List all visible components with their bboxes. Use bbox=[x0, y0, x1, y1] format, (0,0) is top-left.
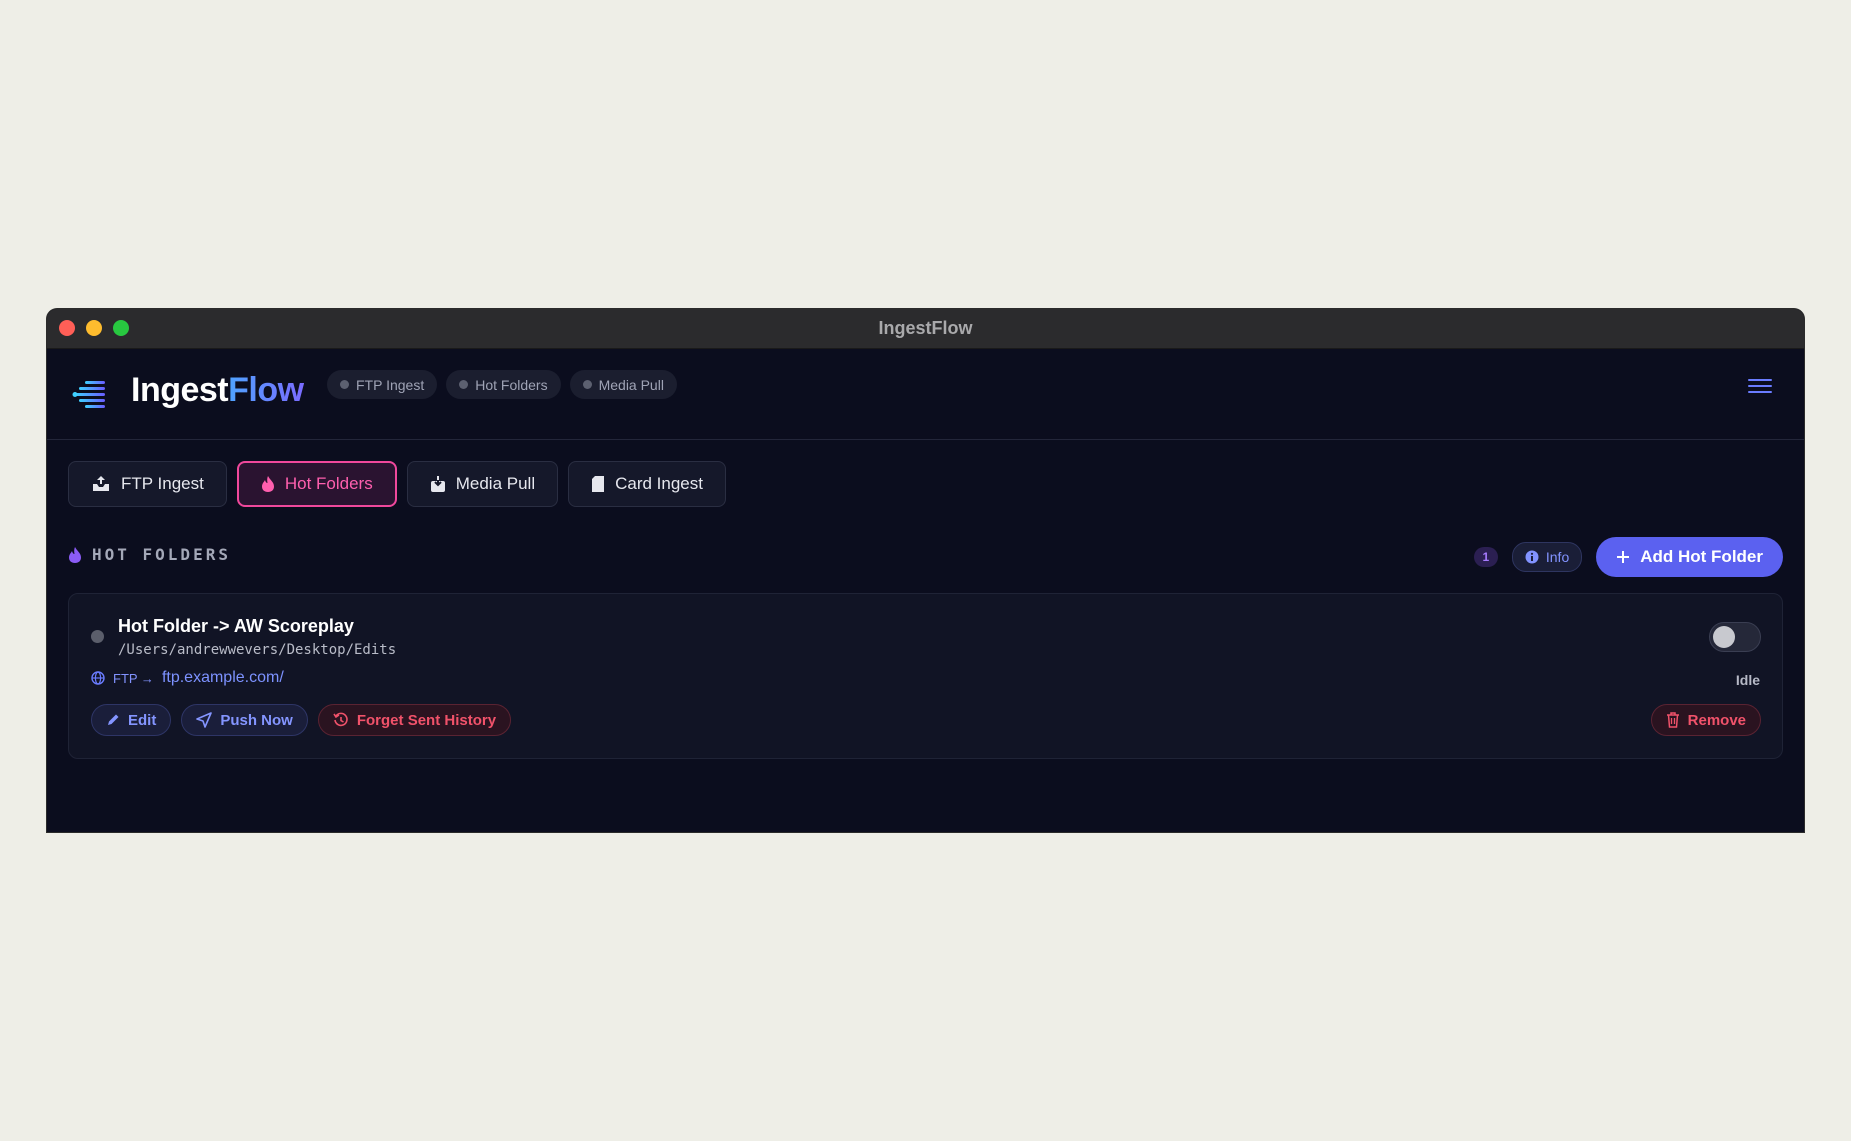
toggle-knob bbox=[1713, 626, 1735, 648]
remove-label: Remove bbox=[1687, 711, 1746, 729]
flame-icon bbox=[261, 476, 274, 492]
hot-folder-enable-toggle[interactable] bbox=[1709, 622, 1761, 652]
traffic-lights bbox=[59, 320, 129, 336]
send-icon bbox=[196, 712, 213, 728]
status-pill-label: Hot Folders bbox=[475, 376, 548, 393]
destination-protocol: FTP → bbox=[113, 670, 154, 686]
title-bar: IngestFlow bbox=[47, 309, 1804, 349]
logo-lines-icon bbox=[72, 381, 105, 408]
status-dot bbox=[459, 380, 469, 389]
section-title-text: HOT FOLDERS bbox=[92, 545, 231, 564]
download-box-icon bbox=[430, 476, 445, 492]
info-button-label: Info bbox=[1545, 549, 1570, 565]
hot-folder-state: Idle bbox=[1735, 672, 1760, 688]
hamburger-menu-icon[interactable] bbox=[1748, 379, 1772, 395]
hot-folder-destination: FTP → ftp.example.com/ bbox=[91, 669, 284, 687]
tray-upload-icon bbox=[93, 476, 109, 491]
edit-label: Edit bbox=[128, 711, 157, 729]
tab-label: Media Pull bbox=[455, 474, 536, 493]
status-dot bbox=[91, 630, 104, 643]
status-dot bbox=[340, 380, 349, 389]
section-title: HOT FOLDERS bbox=[68, 545, 231, 564]
plus-icon bbox=[1617, 551, 1630, 563]
add-hot-folder-label: Add Hot Folder bbox=[1640, 547, 1763, 566]
status-pill-media-pull: Media Pull bbox=[569, 370, 677, 399]
push-now-button[interactable]: Push Now bbox=[181, 704, 308, 736]
tab-media-pull[interactable]: Media Pull bbox=[406, 461, 559, 507]
app-header: IngestFlow FTP Ingest Hot Folders Media … bbox=[47, 349, 1804, 440]
info-button[interactable]: Info bbox=[1511, 542, 1583, 572]
hot-folder-path: /Users/andrewwevers/Desktop/Edits bbox=[118, 642, 397, 658]
hot-folder-card: Hot Folder -> AW Scoreplay /Users/andrew… bbox=[68, 593, 1783, 759]
tab-label: Card Ingest bbox=[615, 474, 703, 493]
status-pill-ftp-ingest: FTP Ingest bbox=[327, 370, 438, 399]
trash-icon bbox=[1666, 712, 1679, 728]
flame-icon bbox=[69, 546, 81, 563]
tab-label: Hot Folders bbox=[284, 474, 373, 493]
hot-folder-name: Hot Folder -> AW Scoreplay bbox=[118, 616, 354, 636]
window-title: IngestFlow bbox=[878, 318, 973, 338]
tab-label: FTP Ingest bbox=[121, 474, 204, 493]
hot-folder-count-badge: 1 bbox=[1473, 547, 1498, 567]
status-dot bbox=[582, 380, 592, 389]
history-icon bbox=[333, 712, 348, 727]
app-window: IngestFlow IngestFlow FTP Ingest Hot Fol… bbox=[47, 309, 1804, 832]
destination-url: ftp.example.com/ bbox=[161, 669, 284, 686]
minimize-window-button[interactable] bbox=[86, 320, 102, 336]
edit-button[interactable]: Edit bbox=[91, 704, 172, 736]
pencil-icon bbox=[108, 714, 119, 725]
tab-card-ingest[interactable]: Card Ingest bbox=[568, 461, 726, 507]
forget-sent-history-label: Forget Sent History bbox=[356, 711, 497, 729]
sd-card-icon bbox=[592, 476, 605, 492]
brand-logotype: IngestFlow bbox=[131, 371, 304, 410]
status-pill-label: Media Pull bbox=[598, 376, 664, 393]
main-tabs: FTP Ingest Hot Folders Media Pull Card I… bbox=[68, 461, 726, 507]
tab-hot-folders[interactable]: Hot Folders bbox=[236, 461, 397, 507]
forget-sent-history-button[interactable]: Forget Sent History bbox=[317, 704, 512, 736]
info-icon bbox=[1525, 550, 1539, 564]
status-pill-label: FTP Ingest bbox=[356, 376, 425, 393]
remove-button[interactable]: Remove bbox=[1650, 704, 1761, 736]
brand-part-ingest: Ingest bbox=[131, 371, 229, 409]
hot-folder-actions: Edit Push Now Forget Sent History bbox=[91, 704, 512, 736]
status-pills: FTP Ingest Hot Folders Media Pull bbox=[327, 370, 677, 399]
add-hot-folder-button[interactable]: Add Hot Folder bbox=[1596, 537, 1783, 577]
close-window-button[interactable] bbox=[59, 320, 75, 336]
status-pill-hot-folders: Hot Folders bbox=[446, 370, 561, 399]
hot-folders-section-header: HOT FOLDERS 1 Info Add Hot Folder bbox=[68, 537, 1783, 577]
push-now-label: Push Now bbox=[220, 711, 293, 729]
tab-ftp-ingest[interactable]: FTP Ingest bbox=[68, 461, 227, 507]
brand-part-flow: Flow bbox=[228, 371, 304, 409]
zoom-window-button[interactable] bbox=[113, 320, 129, 336]
globe-icon bbox=[91, 671, 105, 685]
section-actions: 1 Info Add Hot Folder bbox=[1473, 537, 1783, 577]
